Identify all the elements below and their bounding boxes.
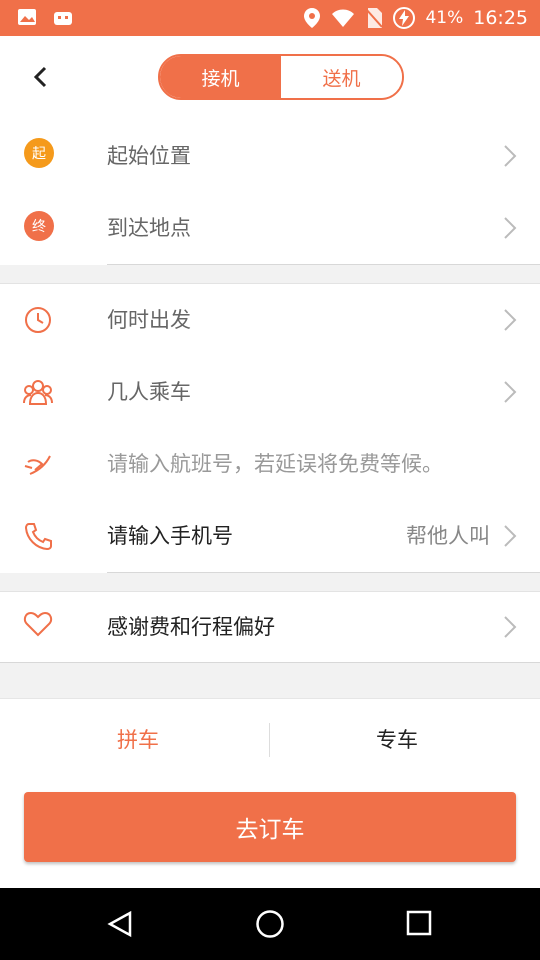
flight-number-row[interactable]: 请输入航班号，若延误将免费等候。 — [0, 428, 540, 500]
chevron-right-icon — [504, 145, 517, 167]
chevron-right-icon — [504, 217, 517, 239]
android-debug-icon — [54, 12, 72, 25]
departure-time-row[interactable]: 何时出发 — [0, 284, 540, 356]
destination-label: 到达地点 — [107, 216, 191, 240]
start-badge: 起 — [24, 138, 54, 168]
thanks-fee-label: 感谢费和行程偏好 — [107, 615, 275, 639]
no-sim-icon — [365, 8, 384, 28]
section-gap — [0, 265, 540, 284]
chevron-right-icon — [504, 525, 517, 547]
tab-private-car[interactable]: 专车 — [376, 699, 418, 781]
section-gap — [0, 662, 540, 699]
nav-recents-icon[interactable] — [406, 910, 432, 936]
start-location-row[interactable]: 起 起始位置 — [0, 120, 540, 192]
nav-home-icon[interactable] — [255, 909, 285, 939]
chevron-right-icon — [504, 381, 517, 403]
chevron-right-icon — [504, 309, 517, 331]
phone-icon — [24, 523, 52, 551]
departure-time-label: 何时出发 — [107, 308, 191, 332]
heart-icon — [23, 611, 53, 637]
system-nav-bar — [0, 888, 540, 960]
airplane-icon — [24, 455, 51, 475]
battery-level: 41% — [425, 8, 464, 28]
car-type-tabs: 拼车 专车 — [0, 698, 540, 781]
start-location-label: 起始位置 — [107, 144, 191, 168]
end-badge: 终 — [24, 211, 54, 241]
clock: 16:25 — [473, 7, 528, 29]
nav-back-icon[interactable] — [106, 910, 134, 938]
order-car-button[interactable]: 去订车 — [24, 792, 516, 862]
tab-carpool[interactable]: 拼车 — [117, 699, 159, 781]
flight-number-input[interactable]: 请输入航班号，若延误将免费等候。 — [107, 428, 443, 500]
destination-row[interactable]: 终 到达地点 — [0, 192, 540, 264]
tab-dropoff[interactable]: 送机 — [281, 56, 402, 98]
tab-separator — [269, 723, 270, 757]
thanks-fee-row[interactable]: 感谢费和行程偏好 — [0, 592, 540, 662]
phone-row[interactable]: 请输入手机号 帮他人叫 — [0, 500, 540, 572]
trip-type-toggle: 接机 送机 — [158, 54, 404, 100]
section-gap — [0, 573, 540, 592]
call-for-others-link[interactable]: 帮他人叫 — [406, 500, 490, 572]
wifi-icon — [332, 9, 355, 27]
chevron-right-icon — [504, 616, 517, 638]
clock-icon — [25, 307, 51, 333]
gallery-icon — [18, 9, 36, 25]
status-bar: 41% 16:25 — [0, 0, 540, 36]
passengers-row[interactable]: 几人乘车 — [0, 356, 540, 428]
passengers-label: 几人乘车 — [107, 380, 191, 404]
back-arrow-icon[interactable] — [26, 62, 56, 92]
people-icon — [23, 380, 53, 405]
phone-input[interactable]: 请输入手机号 — [107, 500, 233, 572]
battery-charging-icon — [393, 7, 416, 29]
tab-pickup[interactable]: 接机 — [160, 56, 281, 98]
location-icon — [304, 8, 321, 28]
